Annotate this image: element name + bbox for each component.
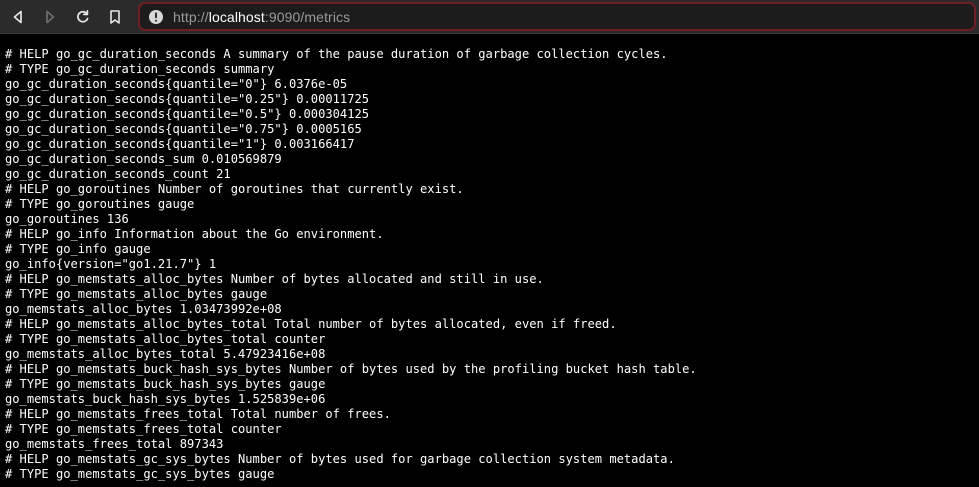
metric-line: # TYPE go_gc_duration_seconds summary <box>5 62 275 76</box>
bookmark-icon <box>110 10 120 24</box>
forward-arrow-icon <box>46 10 55 24</box>
metric-line: # TYPE go_memstats_gc_sys_bytes gauge <box>5 467 275 481</box>
bookmark-button[interactable] <box>104 6 126 28</box>
metric-line: # TYPE go_info gauge <box>5 242 151 256</box>
metric-line: go_gc_duration_seconds{quantile="1"} 0.0… <box>5 137 355 151</box>
url-host: localhost <box>208 8 265 25</box>
forward-button[interactable] <box>39 6 61 28</box>
metric-line: go_memstats_alloc_bytes 1.03473992e+08 <box>5 302 282 316</box>
address-bar[interactable]: http://localhost:9090/metrics <box>138 2 976 31</box>
metric-line: go_gc_duration_seconds{quantile="0"} 6.0… <box>5 77 348 91</box>
metric-line: go_gc_duration_seconds{quantile="0.5"} 0… <box>5 107 370 121</box>
metric-line: go_gc_duration_seconds{quantile="0.75"} … <box>5 122 362 136</box>
metric-line: # HELP go_memstats_alloc_bytes Number of… <box>5 272 544 286</box>
reload-icon <box>77 9 89 23</box>
metric-line: go_memstats_buck_hash_sys_bytes 1.525839… <box>5 392 326 406</box>
metrics-page: # HELP go_gc_duration_seconds A summary … <box>0 34 979 487</box>
metric-line: go_gc_duration_seconds{quantile="0.25"} … <box>5 92 370 106</box>
metric-line: # HELP go_goroutines Number of goroutine… <box>5 182 464 196</box>
url-path: :9090/metrics <box>264 8 351 25</box>
metric-line: # TYPE go_goroutines gauge <box>5 197 195 211</box>
back-button[interactable] <box>7 6 29 28</box>
metric-line: # HELP go_memstats_gc_sys_bytes Number o… <box>5 452 675 466</box>
metric-line: # HELP go_memstats_alloc_bytes_total Tot… <box>5 317 617 331</box>
metric-line: # HELP go_gc_duration_seconds A summary … <box>5 47 668 61</box>
metric-line: # TYPE go_memstats_frees_total counter <box>5 422 282 436</box>
metric-line: # TYPE go_memstats_buck_hash_sys_bytes g… <box>5 377 326 391</box>
metric-line: go_memstats_alloc_bytes_total 5.47923416… <box>5 347 326 361</box>
metric-line: # HELP go_info Information about the Go … <box>5 227 384 241</box>
browser-toolbar: http://localhost:9090/metrics <box>0 0 979 34</box>
metric-line: go_info{version="go1.21.7"} 1 <box>5 257 217 271</box>
metric-line: go_goroutines 136 <box>5 212 129 226</box>
metric-line: # HELP go_memstats_buck_hash_sys_bytes N… <box>5 362 697 376</box>
url-scheme: http:// <box>173 8 209 25</box>
metric-line: # TYPE go_memstats_alloc_bytes gauge <box>5 287 268 301</box>
metric-line: go_gc_duration_seconds_sum 0.010569879 <box>5 152 282 166</box>
metric-line: go_memstats_frees_total 897343 <box>5 437 224 451</box>
metric-line: go_gc_duration_seconds_count 21 <box>5 167 231 181</box>
metric-line: # TYPE go_memstats_alloc_bytes_total cou… <box>5 332 326 346</box>
back-arrow-icon <box>13 10 22 24</box>
url-text[interactable]: http://localhost:9090/metrics <box>173 9 350 25</box>
reload-button[interactable] <box>72 6 94 28</box>
site-info-icon[interactable] <box>148 9 164 25</box>
metric-line: # HELP go_memstats_frees_total Total num… <box>5 407 391 421</box>
